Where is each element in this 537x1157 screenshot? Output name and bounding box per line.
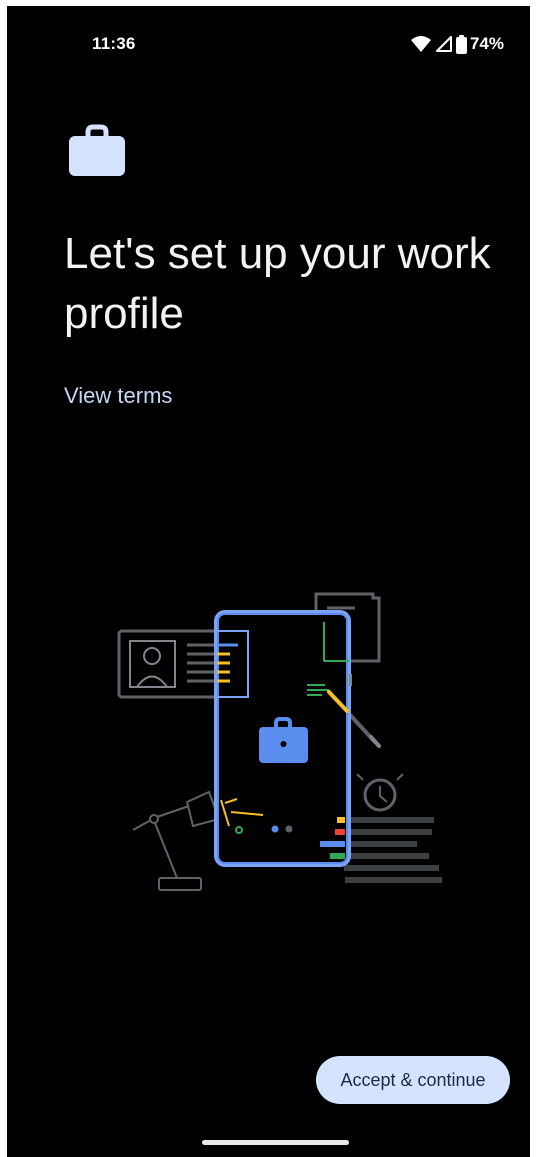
briefcase-icon bbox=[69, 124, 125, 176]
cellular-signal-icon bbox=[435, 35, 453, 53]
view-terms-link[interactable]: View terms bbox=[64, 383, 172, 409]
wifi-icon bbox=[410, 35, 432, 53]
accept-continue-button[interactable]: Accept & continue bbox=[316, 1056, 510, 1104]
battery-percent: 74% bbox=[469, 34, 504, 53]
home-indicator[interactable] bbox=[202, 1140, 349, 1145]
battery-icon bbox=[455, 34, 467, 54]
screen: 11:36 74% Let's set up your work profile… bbox=[7, 6, 530, 1157]
status-icons: 74% bbox=[410, 34, 504, 54]
status-bar: 11:36 74% bbox=[7, 30, 530, 58]
page-title: Let's set up your work profile bbox=[64, 229, 491, 338]
work-profile-phone-illustration bbox=[117, 584, 447, 894]
status-time: 11:36 bbox=[92, 34, 136, 53]
